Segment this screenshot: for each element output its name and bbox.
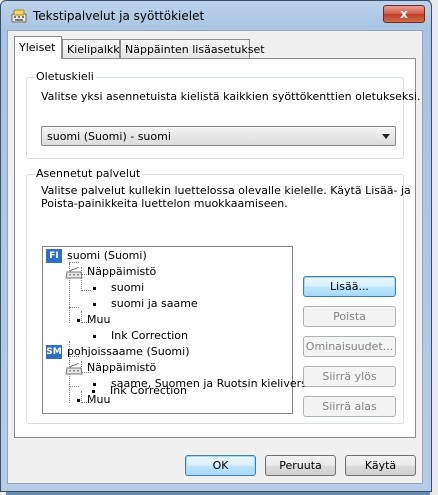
bullet-icon — [93, 287, 96, 290]
tree-item-label: Näppäimistö — [87, 361, 157, 374]
ok-button[interactable]: OK — [185, 455, 256, 476]
keyboard-app-icon — [11, 9, 27, 23]
installed-services-description-2: Poista-painikkeita luettelon muokkaamise… — [41, 197, 288, 210]
bullet-icon — [92, 390, 95, 393]
tree-item-label: Muu — [87, 313, 111, 326]
bullet-icon — [93, 335, 96, 338]
tree-item-label: Näppäimistö — [87, 265, 157, 278]
default-language-group-label: Oletuskieli — [34, 70, 96, 83]
keyboard-icon — [65, 362, 83, 375]
properties-button[interactable]: Ominaisuudet... — [303, 336, 396, 357]
keyboard-icon — [65, 266, 83, 279]
language-fi-icon: FI — [46, 249, 62, 263]
apply-button[interactable]: Käytä — [345, 455, 416, 476]
window-title: Tekstipalvelut ja syöttökielet — [33, 9, 205, 23]
cancel-button[interactable]: Peruuta — [265, 455, 336, 476]
tree-item-label: pohjoissaame (Suomi) — [67, 345, 190, 358]
bullet-icon — [93, 383, 96, 386]
language-sm-icon: SM — [46, 345, 62, 359]
tree-item-label: Muu — [87, 393, 111, 406]
bullet-icon — [77, 399, 80, 402]
tab-label: Yleiset — [19, 41, 56, 54]
tab-label: Näppäinten lisäasetukset — [125, 43, 265, 56]
tab-label: Kielipalkki — [67, 43, 123, 56]
add-button[interactable]: Lisää... — [303, 276, 396, 297]
default-language-dropdown[interactable]: suomi (Suomi) - suomi — [41, 126, 396, 146]
installed-services-description-1: Valitse palvelut kullekin luettelossa ol… — [41, 184, 411, 197]
tree-item-label: Ink Correction — [111, 329, 188, 342]
move-up-button[interactable]: Siirrä ylös — [303, 366, 396, 387]
bullet-icon — [77, 319, 80, 322]
title-bar[interactable]: Tekstipalvelut ja syöttökielet x — [1, 1, 431, 31]
tree-item-label: suomi — [111, 281, 145, 294]
move-down-button[interactable]: Siirrä alas — [303, 396, 396, 417]
tab-kielipalkki[interactable]: Kielipalkki — [62, 39, 123, 59]
close-icon: x — [400, 7, 408, 21]
bullet-icon — [93, 303, 96, 306]
tree-item-label: suomi ja saame — [111, 297, 198, 310]
tab-nappainten-lisaasetukset[interactable]: Näppäinten lisäasetukset — [120, 39, 265, 59]
chevron-down-icon — [382, 134, 390, 139]
close-button[interactable]: x — [383, 5, 425, 23]
installed-services-group-label: Asennetut palvelut — [34, 167, 143, 180]
default-language-description: Valitse yksi asennetuista kielistä kaikk… — [41, 90, 421, 103]
tree-item-label: Ink Correction — [110, 384, 187, 397]
default-language-selected: suomi (Suomi) - suomi — [47, 130, 171, 143]
tree-item-label: suomi (Suomi) — [67, 249, 147, 262]
remove-button[interactable]: Poista — [303, 306, 396, 327]
tab-yleiset[interactable]: Yleiset — [14, 36, 62, 59]
